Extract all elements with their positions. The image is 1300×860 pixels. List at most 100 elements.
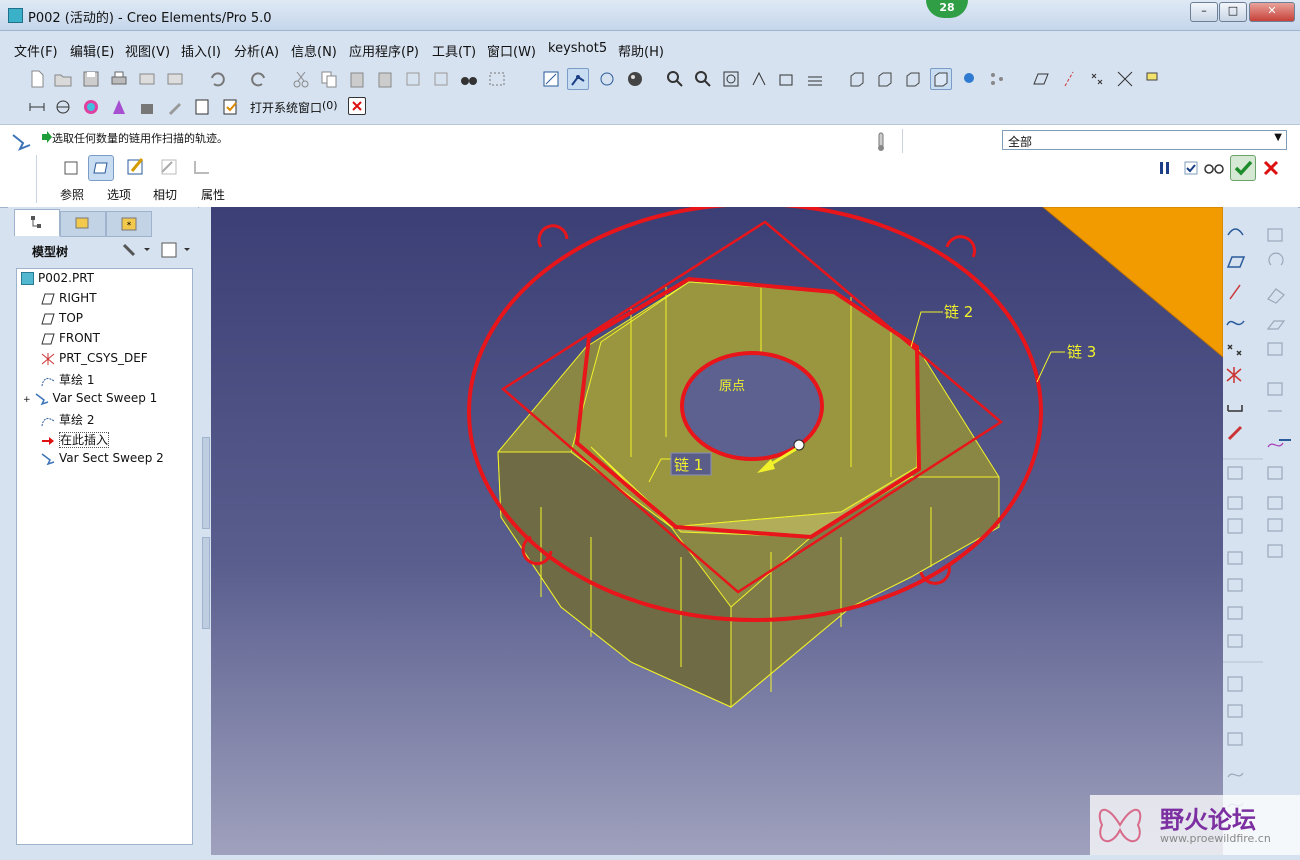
cancel-button[interactable] <box>1262 159 1280 177</box>
tree-item-sketch-1[interactable]: 草绘 1 <box>41 371 94 391</box>
pause-icon[interactable] <box>1158 161 1172 175</box>
email-icon[interactable] <box>136 68 158 90</box>
thicken-icon[interactable] <box>190 155 214 179</box>
shading-icon[interactable] <box>624 68 646 90</box>
tree-item-sweep-1[interactable]: + Var Sect Sweep 1 <box>23 391 157 411</box>
datum-planes-icon[interactable] <box>1030 68 1052 90</box>
section-icon[interactable] <box>52 96 74 118</box>
tab-favorites[interactable]: * <box>106 211 152 237</box>
find-icon[interactable] <box>458 68 480 90</box>
graphics-window[interactable]: 链 2 链 3 原点 链 1 <box>211 202 1224 855</box>
saved-views-icon[interactable] <box>776 68 798 90</box>
menu-keyshot[interactable]: keyshot5 <box>548 41 607 56</box>
tab-folder-browser[interactable] <box>60 211 106 237</box>
menu-help[interactable]: 帮助(H) <box>618 41 664 60</box>
appearance-icon[interactable] <box>80 96 102 118</box>
tab-options[interactable]: 选项 <box>107 186 131 203</box>
tree-item-right[interactable]: RIGHT <box>41 291 97 311</box>
chain-select-icon[interactable] <box>567 68 589 90</box>
confirm-button[interactable] <box>1230 155 1256 181</box>
annotations-icon[interactable] <box>1142 68 1164 90</box>
check-doc-icon[interactable] <box>220 96 242 118</box>
undo-icon[interactable] <box>206 68 228 90</box>
surface-icon[interactable] <box>88 155 114 181</box>
tab-model-tree[interactable] <box>14 209 60 236</box>
menu-applications[interactable]: 应用程序(P) <box>349 41 419 60</box>
open-system-window-label[interactable]: 打开系统窗口 <box>250 99 322 116</box>
menu-analysis[interactable]: 分析(A) <box>234 41 279 60</box>
tree-item-csys[interactable]: PRT_CSYS_DEF <box>41 351 148 371</box>
datum-points-icon[interactable] <box>1086 68 1108 90</box>
shaded-mode-icon[interactable] <box>930 68 952 90</box>
menu-info[interactable]: 信息(N) <box>291 41 337 60</box>
model-view[interactable] <box>211 202 1224 855</box>
tree-settings-icon[interactable] <box>118 239 152 261</box>
expand-icon[interactable]: + <box>23 395 31 405</box>
zoom-out-icon[interactable] <box>692 68 714 90</box>
tree-item-sweep-2[interactable]: Var Sect Sweep 2 <box>41 451 164 471</box>
splitter-handle[interactable] <box>202 437 210 529</box>
tree-root[interactable]: P002.PRT <box>21 271 94 291</box>
menu-tools[interactable]: 工具(T) <box>432 41 476 60</box>
regen-manager-icon[interactable] <box>430 68 452 90</box>
sketch-icon[interactable] <box>540 68 562 90</box>
view-manager-icon[interactable] <box>986 68 1008 90</box>
panel-splitter[interactable] <box>199 207 211 855</box>
model-display-icon[interactable] <box>958 68 980 90</box>
solid-icon[interactable] <box>60 157 82 179</box>
menu-view[interactable]: 视图(V) <box>125 41 170 60</box>
no-hidden-icon[interactable] <box>902 68 924 90</box>
edit-sketch-icon[interactable] <box>124 155 148 179</box>
copy-icon[interactable] <box>318 68 340 90</box>
selection-filter[interactable]: 全部 ▼ <box>1002 130 1287 150</box>
mass-props-icon[interactable] <box>108 96 130 118</box>
remove-material-icon[interactable] <box>157 155 181 179</box>
wireframe-icon[interactable] <box>846 68 868 90</box>
tree-show-icon[interactable] <box>158 239 192 261</box>
hole-tool-icon <box>1267 342 1283 356</box>
tab-tangency[interactable]: 相切 <box>153 186 177 203</box>
zoom-in-icon[interactable] <box>664 68 686 90</box>
verify-glasses-icon[interactable] <box>1203 161 1225 175</box>
regenerate-icon[interactable] <box>402 68 424 90</box>
open-icon[interactable] <box>52 68 74 90</box>
tree-item-front[interactable]: FRONT <box>41 331 100 351</box>
close-button[interactable]: ✕ <box>1249 2 1295 22</box>
reorient-icon[interactable] <box>748 68 770 90</box>
new-icon[interactable] <box>26 68 48 90</box>
coordinate-systems-icon[interactable] <box>1114 68 1136 90</box>
maximize-button[interactable]: □ <box>1219 2 1247 22</box>
datum-axes-icon[interactable] <box>1058 68 1080 90</box>
tree-item-insert-here[interactable]: 在此插入 <box>41 431 110 451</box>
save-icon[interactable] <box>80 68 102 90</box>
weight-icon[interactable] <box>136 96 158 118</box>
refit-icon[interactable] <box>720 68 742 90</box>
paste-icon[interactable] <box>346 68 368 90</box>
menu-edit[interactable]: 编辑(E) <box>70 41 114 60</box>
tab-references[interactable]: 参照 <box>60 186 84 203</box>
menu-window[interactable]: 窗口(W) <box>487 41 536 60</box>
tree-item-sketch-2[interactable]: 草绘 2 <box>41 411 94 431</box>
datum-display-icon[interactable] <box>596 68 618 90</box>
email-link-icon[interactable] <box>164 68 186 90</box>
tab-properties[interactable]: 属性 <box>201 186 225 203</box>
splitter-handle[interactable] <box>202 537 210 629</box>
tree-item-top[interactable]: TOP <box>41 311 83 331</box>
model-info-icon[interactable] <box>192 96 214 118</box>
select-box-icon[interactable] <box>486 68 508 90</box>
menu-file[interactable]: 文件(F) <box>14 41 58 60</box>
redo-icon[interactable] <box>248 68 270 90</box>
print-icon[interactable] <box>108 68 130 90</box>
measure-icon[interactable] <box>26 96 48 118</box>
chevron-down-icon[interactable]: ▼ <box>1274 132 1282 143</box>
paste-special-icon[interactable] <box>374 68 396 90</box>
hidden-line-icon[interactable] <box>874 68 896 90</box>
notification-badge[interactable]: 28 <box>926 0 968 18</box>
close-window-icon[interactable] <box>348 97 366 115</box>
cut-icon[interactable] <box>290 68 312 90</box>
preview-checkbox[interactable] <box>1184 161 1198 175</box>
minimize-button[interactable]: – <box>1190 2 1218 22</box>
notes-icon[interactable] <box>164 96 186 118</box>
menu-insert[interactable]: 插入(I) <box>181 41 221 60</box>
layers-icon[interactable] <box>804 68 826 90</box>
